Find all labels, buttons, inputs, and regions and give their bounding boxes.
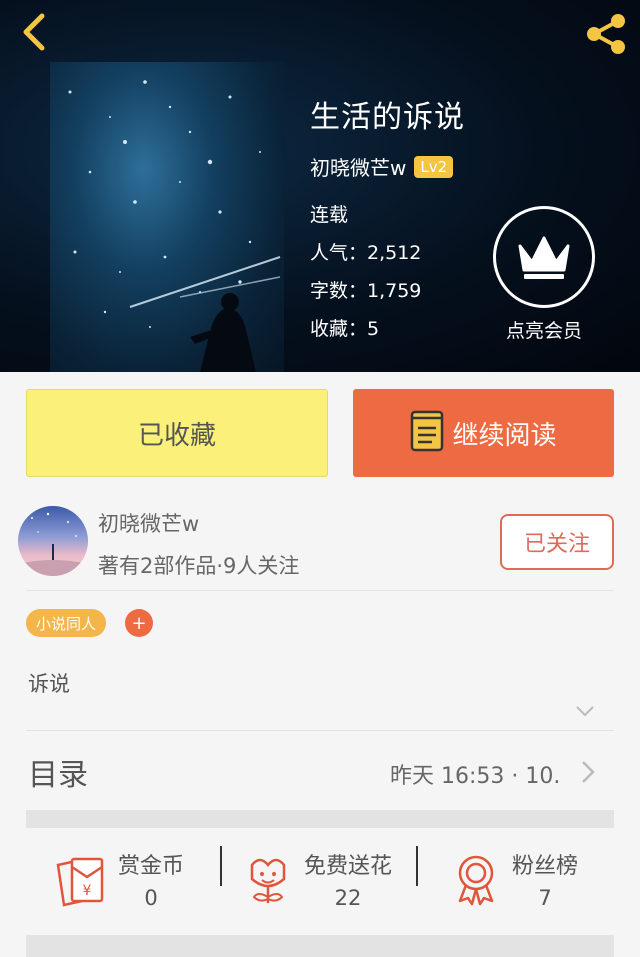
author-row[interactable]: 初晓微芒w Lv2 — [310, 152, 454, 181]
popularity-label: 人气：2,512 — [310, 242, 422, 264]
follow-button[interactable]: 已关注 — [500, 514, 614, 570]
book-header: 生活的诉说 初晓微芒w Lv2 连载 人气：2,512 字数：1,759 收藏：… — [0, 0, 640, 372]
flower-icon — [240, 851, 296, 907]
chevron-right-icon[interactable] — [578, 758, 598, 786]
starfield-illustration — [68, 80, 281, 372]
crown-icon — [493, 206, 595, 308]
status-label: 连载 — [310, 204, 349, 226]
section-separator — [26, 935, 614, 957]
divider — [26, 730, 614, 731]
flowers-title: 免费送花 — [304, 854, 393, 879]
tag-chip[interactable]: 小说同人 — [26, 609, 107, 637]
continue-reading-button[interactable]: 继续阅读 — [353, 389, 614, 477]
add-tag-button[interactable]: + — [125, 609, 153, 637]
free-flowers-button[interactable]: 免费送花 22 — [240, 845, 392, 913]
book-title: 生活的诉说 — [310, 100, 465, 135]
chevron-down-icon[interactable] — [574, 700, 596, 722]
toc-latest-update[interactable]: 昨天 16:53 · 10. — [390, 758, 560, 790]
vip-label: 点亮会员 — [505, 320, 582, 342]
stat-separator — [416, 846, 418, 886]
favorites-label: 收藏：5 — [310, 318, 380, 340]
reward-title: 赏金币 — [118, 854, 185, 879]
author-avatar[interactable] — [18, 506, 88, 576]
author-name[interactable]: 初晓微芒w — [310, 152, 406, 181]
svg-text:¥: ¥ — [83, 883, 92, 899]
divider — [26, 590, 614, 591]
word-count-label: 字数：1,759 — [310, 280, 422, 302]
collected-label: 已收藏 — [137, 420, 216, 451]
toc-label[interactable]: 目录 — [28, 750, 88, 794]
book-detail-page: 生活的诉说 初晓微芒w Lv2 连载 人气：2,512 字数：1,759 收藏：… — [0, 0, 640, 957]
reward-coins-button[interactable]: ¥ 赏金币 0 — [54, 845, 184, 913]
author-card-meta: 著有2部作品·9人关注 — [98, 554, 300, 578]
medal-icon — [448, 851, 504, 907]
collected-button[interactable]: 已收藏 — [26, 389, 328, 477]
fans-value: 7 — [538, 886, 552, 910]
back-arrow-icon[interactable] — [14, 10, 58, 54]
stat-separator — [220, 846, 222, 886]
reward-value: 0 — [144, 886, 158, 910]
author-card-name[interactable]: 初晓微芒w — [98, 508, 199, 538]
flowers-value: 22 — [334, 886, 362, 910]
fans-title: 粉丝榜 — [512, 854, 579, 879]
share-icon[interactable] — [582, 12, 630, 56]
red-envelope-icon: ¥ — [54, 851, 110, 907]
fan-ranking-button[interactable]: 粉丝榜 7 — [448, 845, 578, 913]
section-separator — [26, 810, 614, 828]
level-badge: Lv2 — [414, 155, 454, 178]
continue-reading-label: 继续阅读 — [452, 420, 557, 451]
book-icon — [410, 408, 444, 459]
vip-button[interactable]: 点亮会员 — [490, 206, 598, 346]
book-summary: 诉说 — [28, 672, 70, 696]
book-cover[interactable] — [50, 62, 284, 372]
